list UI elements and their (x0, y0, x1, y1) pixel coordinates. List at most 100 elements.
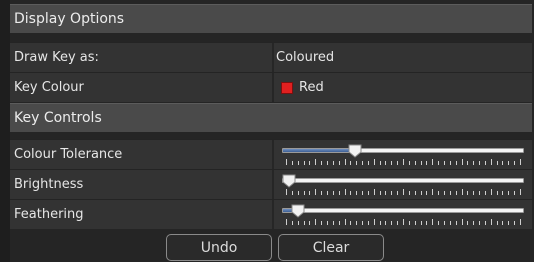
slider-tick (321, 161, 323, 165)
slider-tick (438, 221, 440, 225)
slider-tick (496, 191, 498, 195)
slider-tick (362, 161, 364, 165)
colour-tolerance-slider[interactable] (282, 144, 524, 167)
key-colour-label: Key Colour (14, 80, 84, 95)
slider-tick (309, 161, 311, 165)
slider-tick (414, 191, 416, 195)
slider-tick (455, 191, 457, 195)
slider-tick (344, 159, 346, 165)
slider-tick (449, 161, 451, 165)
slider-tick (344, 189, 346, 195)
key-colour-row: Key Colour Red (10, 72, 532, 102)
slider-tick (286, 189, 287, 195)
slider-tick (373, 189, 375, 195)
clear-button[interactable]: Clear (278, 234, 384, 261)
slider-tick (291, 191, 293, 195)
slider-tick (350, 191, 352, 195)
slider-tick (338, 161, 340, 165)
slider-fill (283, 149, 357, 152)
display-options-title: Display Options (14, 11, 125, 27)
key-colour-picker[interactable]: Red (274, 73, 532, 102)
slider-tick (496, 161, 498, 165)
key-controls-header[interactable]: Key Controls (10, 103, 532, 132)
slider-thumb[interactable] (282, 174, 296, 188)
slider-tick (467, 221, 469, 225)
slider-tick (321, 221, 323, 225)
slider-tick (490, 159, 492, 165)
slider-tick (508, 191, 510, 195)
slider-tick (367, 161, 369, 165)
draw-key-row: Draw Key as: Coloured (10, 42, 532, 72)
slider-tick (291, 221, 293, 225)
slider-tick (356, 191, 358, 195)
slider-tick (408, 191, 410, 195)
slider-tick (508, 161, 510, 165)
slider-thumb[interactable] (348, 144, 362, 158)
draw-key-value: Coloured (276, 50, 335, 65)
slider-tick (385, 221, 387, 225)
slider-tick (350, 161, 352, 165)
slider-tick (414, 161, 416, 165)
slider-tick (490, 189, 492, 195)
brightness-slider[interactable] (282, 174, 524, 197)
slider-tick (303, 191, 305, 195)
feathering-slider[interactable] (282, 204, 524, 227)
slider-tick (438, 161, 440, 165)
slider-tick (297, 161, 299, 165)
slider-tick (379, 191, 381, 195)
slider-tick (520, 189, 521, 195)
slider-tick (303, 221, 305, 225)
slider-track[interactable] (282, 148, 524, 153)
display-options-header[interactable]: Display Options (10, 4, 532, 33)
key-colour-value: Red (299, 80, 324, 95)
slider-tick (403, 159, 404, 165)
slider-tick (490, 219, 492, 225)
slider-tick (484, 191, 486, 195)
slider-ticks (282, 159, 524, 165)
slider-tick (391, 161, 393, 165)
brightness-row: Brightness (10, 169, 532, 199)
feathering-cell (274, 200, 532, 229)
slider-tick (356, 221, 358, 225)
colour-swatch-icon (281, 81, 293, 94)
colour-tolerance-cell (274, 140, 532, 169)
slider-tick (315, 219, 317, 225)
slider-tick (426, 191, 428, 195)
slider-tick (321, 191, 323, 195)
slider-tick (408, 221, 410, 225)
slider-tick (443, 191, 445, 195)
slider-tick (362, 191, 364, 195)
slider-thumb[interactable] (291, 204, 305, 218)
slider-tick (286, 159, 287, 165)
slider-tick (420, 161, 422, 165)
feathering-row: Feathering (10, 199, 532, 229)
colour-tolerance-label: Colour Tolerance (14, 147, 123, 162)
undo-button[interactable]: Undo (166, 234, 272, 261)
slider-tick (403, 189, 404, 195)
slider-tick (286, 219, 287, 225)
slider-track[interactable] (282, 208, 524, 213)
slider-tick (438, 191, 440, 195)
slider-tick (455, 161, 457, 165)
slider-tick (309, 221, 311, 225)
slider-tick (443, 161, 445, 165)
slider-tick (297, 191, 299, 195)
draw-key-label: Draw Key as: (14, 50, 99, 65)
slider-tick (385, 191, 387, 195)
slider-tick (326, 191, 328, 195)
slider-tick (426, 221, 428, 225)
slider-track[interactable] (282, 178, 524, 183)
slider-tick (414, 221, 416, 225)
slider-tick (432, 189, 434, 195)
slider-tick (420, 221, 422, 225)
slider-tick (315, 159, 317, 165)
slider-tick (309, 191, 311, 195)
draw-key-select[interactable]: Coloured (274, 43, 532, 72)
slider-tick (356, 161, 358, 165)
slider-tick (514, 161, 516, 165)
slider-tick (408, 161, 410, 165)
slider-tick (338, 221, 340, 225)
slider-tick (403, 219, 404, 225)
slider-tick (514, 191, 516, 195)
slider-tick (291, 161, 293, 165)
